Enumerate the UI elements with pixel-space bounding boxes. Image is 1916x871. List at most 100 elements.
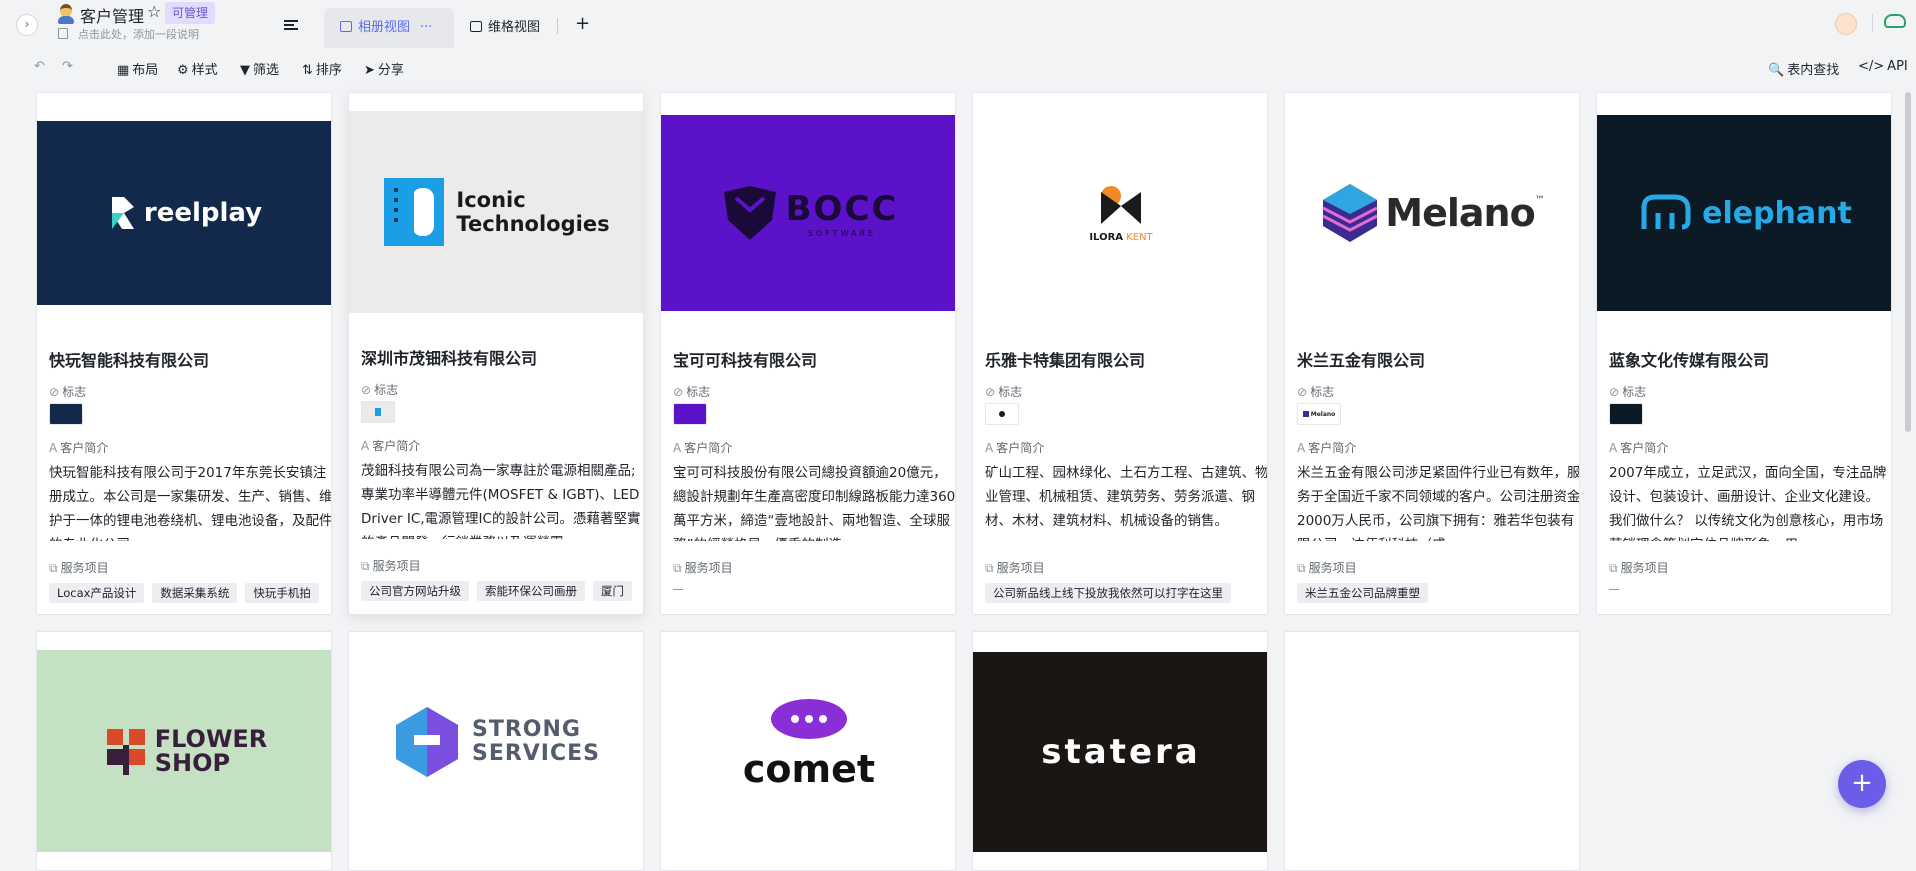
card-cover: Iconic Technologies — [349, 93, 643, 333]
card-intro: 快玩智能科技有限公司于2017年东莞长安镇注册成立。本公司是一家集研发、生产、销… — [49, 465, 332, 541]
tab-label: 相册视图 — [358, 20, 411, 35]
sort-icon: ⇅ — [302, 63, 313, 78]
tab-gallery-view[interactable]: 相册视图 ··· — [324, 8, 454, 48]
card-intro: 矿山工程、园林绿化、土石方工程、古建筑、物业管理、机械租赁、建筑劳务、劳务派遣、… — [985, 465, 1268, 529]
field-label-intro: A 客户简介 — [673, 441, 733, 455]
view-toolbar: ↶ ↷ ▦ 布局 ⚙ 样式 ▼ 筛选 ⇅ 排序 ➤ 分享 🔍 表内查找 </> API — [0, 48, 1916, 88]
permission-badge: 可管理 — [165, 2, 216, 24]
logo-text: statera — [1041, 732, 1201, 772]
card-title: 宝可可科技有限公司 — [673, 351, 818, 370]
sort-button[interactable]: ⇅ 排序 — [302, 59, 342, 78]
tab-grid-view[interactable]: 维格视图 — [470, 8, 540, 48]
gallery-card[interactable]: elephant 蓝象文化传媒有限公司 ⊘ 标志 A 客户简介 2007年成立，立足… — [1596, 92, 1892, 615]
cover-image: Iconic Technologies — [349, 111, 643, 313]
cover-image: elephant — [1597, 115, 1891, 311]
gear-icon: ⚙ — [177, 63, 189, 78]
add-record-button[interactable]: + — [1838, 760, 1886, 808]
style-label: 样式 — [191, 63, 218, 78]
user-avatar[interactable] — [1835, 13, 1857, 35]
api-button[interactable]: </> API — [1858, 59, 1908, 74]
logo-thumbnail[interactable]: Melano — [1297, 403, 1341, 425]
gallery-card[interactable]: FLOWER SHOP — [36, 631, 332, 871]
gallery-icon — [340, 21, 352, 32]
cover-image: Melano ™ — [1285, 121, 1579, 305]
gallery-card[interactable]: comet — [660, 631, 956, 871]
logo-text: Iconic — [456, 188, 526, 212]
grid-icon — [470, 21, 482, 32]
service-tag[interactable]: 数据采集系统 — [152, 583, 238, 603]
logo-text: reelplay — [143, 198, 263, 228]
card-intro: 2007年成立，立足武汉，面向全国，专注品牌设计、包装设计、画册设计、企业文化建… — [1609, 465, 1887, 541]
service-tag[interactable]: 公司新品线上线下投放我依然可以打字在这里 — [985, 583, 1231, 603]
filter-button[interactable]: ▼ 筛选 — [240, 59, 279, 78]
attachment-icon: ⊘ — [1609, 385, 1620, 399]
menu-icon[interactable] — [284, 20, 298, 30]
add-view-button[interactable]: + — [575, 13, 590, 34]
logo-text: comet — [742, 747, 876, 791]
filter-icon: ▼ — [240, 63, 250, 78]
service-tag[interactable]: 米兰五金公司品牌重塑 — [1297, 583, 1428, 603]
text-icon: A — [361, 439, 370, 453]
logo-thumbnail[interactable] — [361, 401, 395, 423]
tab-more-icon[interactable]: ··· — [420, 8, 432, 48]
gallery-card[interactable]: ILORA KENT 乐雅卡特集团有限公司 ⊘ 标志 A 客户简介 矿山工程、园林绿… — [972, 92, 1268, 615]
elephant-logo-icon — [1641, 194, 1691, 230]
gallery-card[interactable]: statera — [972, 631, 1268, 871]
logo-wordmark: ILORA KENT — [1089, 232, 1152, 243]
logo-text: BOCC — [785, 188, 899, 229]
strong-services-logo-icon — [395, 707, 458, 777]
undo-icon[interactable]: ↶ — [34, 59, 45, 74]
logo-thumbnail[interactable] — [985, 403, 1019, 425]
logo-thumbnail[interactable] — [49, 403, 83, 425]
scrollbar[interactable] — [1905, 92, 1911, 432]
logo-thumbnail[interactable] — [1609, 403, 1643, 425]
service-tag[interactable]: Locax产品设计 — [49, 583, 145, 603]
gallery-card[interactable]: reelplay 快玩智能科技有限公司 ⊘ 标志 A 客户简介 快玩智能科技有限公司… — [36, 92, 332, 615]
gallery-card[interactable]: BOCC SOFTWARE 宝可可科技有限公司 ⊘ 标志 A 客户简介 宝可可科技股… — [660, 92, 956, 615]
logo-trademark: ™ — [1534, 195, 1545, 206]
sheet-emoji-icon[interactable] — [57, 4, 75, 24]
service-tag[interactable]: 公司官方网站升级 — [361, 581, 469, 601]
logo-text: Melano — [1385, 191, 1535, 235]
card-title: 快玩智能科技有限公司 — [49, 351, 210, 370]
layout-label: 布局 — [132, 63, 159, 78]
service-tag[interactable]: 厦门 — [593, 581, 632, 601]
redo-icon[interactable]: ↷ — [62, 59, 73, 74]
service-tag[interactable]: 索能环保公司画册 — [477, 581, 585, 601]
link-icon: ⧉ — [1609, 561, 1618, 575]
sheet-description[interactable]: 点击此处，添加一段说明 — [78, 26, 199, 42]
cover-image: statera — [973, 652, 1267, 852]
field-label-logo: ⊘ 标志 — [1609, 385, 1647, 399]
table-search-button[interactable]: 🔍 表内查找 — [1768, 59, 1839, 78]
empty-value-dash — [1609, 589, 1619, 590]
service-tag[interactable]: 快玩手机拍 — [245, 583, 319, 603]
cover-image: ILORA KENT — [973, 121, 1267, 305]
card-intro: 米兰五金有限公司涉足紧固件行业已有数年，服务于全国近千家不同领域的客户。公司注册… — [1297, 465, 1580, 541]
field-label-services: ⧉ 服务项目 — [1297, 561, 1357, 575]
star-icon[interactable]: ☆ — [147, 2, 161, 21]
attachment-icon: ⊘ — [1297, 385, 1308, 399]
layout-button[interactable]: ▦ 布局 — [117, 59, 158, 78]
gallery-card[interactable]: STRONG SERVICES — [348, 631, 644, 871]
card-cover: Melano ™ — [1285, 93, 1579, 333]
cloud-sync-icon[interactable] — [1884, 14, 1906, 28]
ilora-logo-icon — [1101, 185, 1141, 224]
style-button[interactable]: ⚙ 样式 — [177, 59, 218, 78]
iconic-logo-icon — [384, 178, 445, 246]
field-label-intro: A 客户简介 — [1609, 441, 1669, 455]
expand-sidebar-button[interactable]: › — [16, 14, 38, 36]
service-tags: 米兰五金公司品牌重塑 — [1297, 582, 1573, 604]
logo-wordmark: Iconic Technologies — [456, 188, 609, 236]
gallery-grid: reelplay 快玩智能科技有限公司 ⊘ 标志 A 客户简介 快玩智能科技有限公司… — [0, 88, 1916, 871]
gallery-card[interactable]: Iconic Technologies 深圳市茂钿科技有限公司 ⊘ 标志 A 客户简… — [348, 92, 644, 615]
sheet-title[interactable]: 客户管理 — [80, 3, 144, 27]
share-button[interactable]: ➤ 分享 — [364, 59, 404, 78]
tab-label: 维格视图 — [488, 20, 541, 35]
gallery-card[interactable] — [1284, 631, 1580, 871]
service-tags: Locax产品设计 数据采集系统 快玩手机拍 — [49, 582, 325, 604]
gallery-card[interactable]: Melano ™ 米兰五金有限公司 ⊘ 标志 Melano A 客户简介 米兰五金有限… — [1284, 92, 1580, 615]
share-icon: ➤ — [364, 63, 375, 78]
attachment-icon: ⊘ — [361, 383, 372, 397]
logo-thumbnail[interactable] — [673, 403, 707, 425]
logo-wordmark: FLOWER SHOP — [155, 727, 268, 775]
